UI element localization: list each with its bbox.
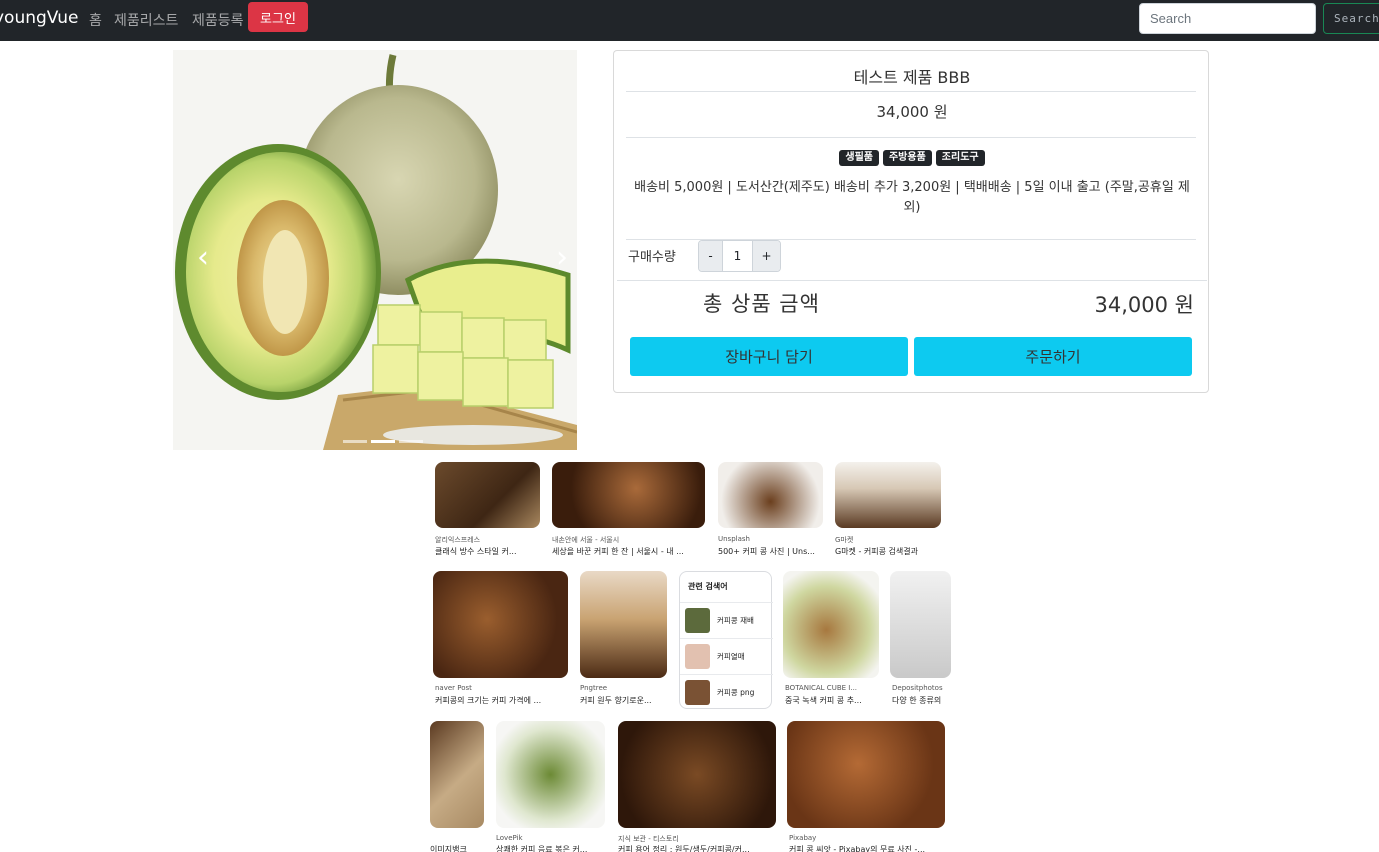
coffee-bean-image[interactable]: [580, 571, 667, 678]
coffee-bean-image[interactable]: [496, 721, 605, 828]
image-caption[interactable]: 커피 용어 정리 : 원두/생두/커피콩/커...: [618, 844, 778, 852]
coffee-bean-image[interactable]: [430, 721, 484, 828]
brand-logo[interactable]: youngVue: [0, 8, 79, 28]
carousel-indicator-2[interactable]: [371, 440, 395, 443]
coffee-bean-image[interactable]: [433, 571, 568, 678]
image-source: BOTANICAL CUBE I...: [785, 684, 858, 692]
carousel-indicator-1[interactable]: [343, 440, 367, 443]
quantity-increase-button[interactable]: +: [753, 241, 780, 271]
total-price-value: 34,000 원: [1094, 293, 1194, 317]
tag-badge: 조리도구: [935, 150, 985, 166]
green-coffee-image[interactable]: [783, 571, 879, 678]
product-tags: 생필품 주방용품 조리도구: [614, 150, 1210, 166]
quantity-label: 구매수량: [628, 250, 676, 265]
image-source: 알리익스프레스: [435, 536, 481, 544]
shipping-info: 배송비 5,000원 | 도서산간(제주도) 배송비 추가 3,200원 | 택…: [634, 180, 1190, 215]
quantity-decrease-button[interactable]: -: [699, 241, 722, 271]
product-image-carousel: [173, 50, 577, 450]
carousel-indicator-3[interactable]: [399, 440, 423, 443]
nav-link-product-register[interactable]: 제품등록: [192, 10, 244, 30]
image-caption[interactable]: 세상을 바꾼 커피 한 잔 | 서울시 - 내 ...: [552, 546, 707, 557]
thumbnail: [685, 608, 710, 633]
related-search-label: 커피열매: [717, 652, 745, 661]
product-name: 테스트 제품 BBB: [853, 68, 971, 87]
related-searches-title: 관련 검색어: [688, 582, 728, 591]
coffee-bean-image[interactable]: [552, 462, 705, 528]
add-to-cart-button[interactable]: 장바구니 담기: [630, 337, 908, 376]
image-source: naver Post: [435, 684, 472, 692]
image-source: LovePik: [496, 834, 523, 842]
related-search-item[interactable]: 커피콩 png: [680, 674, 773, 708]
tag-badge: 주방용품: [882, 150, 932, 166]
coffee-bean-image[interactable]: [718, 462, 823, 528]
navbar: youngVue 홈 제품리스트 제품등록 로그인 Search: [0, 0, 1379, 41]
image-caption[interactable]: 상쾌한 커피 음료 볶은 커...: [496, 844, 608, 852]
image-source: Depositphotos: [892, 684, 943, 692]
image-caption[interactable]: 커피 콩 씨앗 - Pixabay의 무료 사진 -...: [789, 844, 949, 852]
image-source: G마켓: [835, 536, 854, 544]
image-source: 내손안에 서울 - 서울시: [552, 536, 620, 544]
product-price: 34,000 원: [876, 103, 948, 121]
coffee-bean-image[interactable]: [618, 721, 776, 828]
image-source: Unsplash: [718, 535, 750, 543]
nav-link-home[interactable]: 홈: [89, 10, 102, 30]
image-source: Pixabay: [789, 834, 817, 842]
related-search-item[interactable]: 커피열매: [680, 638, 773, 672]
product-detail-card: 테스트 제품 BBB 34,000 원 생필품 주방용품 조리도구 배송비 5,…: [613, 50, 1209, 393]
image-source: 지식 보관 - 티스토리: [618, 835, 679, 843]
divider: [626, 137, 1196, 138]
tag-badge: 생필품: [839, 150, 879, 166]
image-caption[interactable]: 이미지뱅크: [430, 844, 490, 852]
thumbnail: [685, 644, 710, 669]
image-caption[interactable]: 커피콩의 크기는 커피 가격에 ...: [435, 695, 570, 706]
total-price-label: 총 상품 금액: [703, 292, 820, 316]
image-source: Pngtree: [580, 684, 608, 692]
image-caption[interactable]: 커피 원두 향기로운...: [580, 695, 672, 706]
related-search-label: 커피콩 png: [717, 688, 755, 697]
image-caption[interactable]: 클래식 방수 스타일 커...: [435, 546, 545, 557]
search-input[interactable]: [1139, 3, 1316, 34]
coffee-bean-image[interactable]: [435, 462, 540, 528]
nav-link-product-list[interactable]: 제품리스트: [114, 10, 178, 30]
login-button[interactable]: 로그인: [248, 2, 308, 32]
image-caption[interactable]: 중국 녹색 커피 콩 추...: [785, 695, 885, 706]
order-button[interactable]: 주문하기: [914, 337, 1192, 376]
thumbnail: [685, 680, 710, 705]
related-searches-box: 관련 검색어 커피콩 재배 커피열매 커피콩 png: [679, 571, 773, 709]
related-search-item[interactable]: 커피콩 재배: [680, 602, 773, 636]
carousel-next-button[interactable]: ›: [550, 238, 574, 278]
image-caption[interactable]: 500+ 커피 콩 사진 | Uns...: [718, 546, 828, 557]
quantity-input[interactable]: 1: [722, 241, 753, 271]
divider: [626, 91, 1196, 92]
carousel-prev-button[interactable]: ‹: [191, 238, 215, 278]
related-search-label: 커피콩 재배: [717, 616, 754, 625]
stock-image[interactable]: [890, 571, 951, 678]
image-caption[interactable]: 다양 한 종류의: [892, 695, 951, 706]
search-button[interactable]: Search: [1323, 3, 1379, 34]
coffee-bean-image[interactable]: [787, 721, 945, 828]
quantity-stepper: - 1 +: [698, 240, 781, 272]
image-caption[interactable]: G마켓 - 커피콩 검색결과: [835, 546, 945, 557]
divider: [617, 280, 1207, 281]
image-search-results: 알리익스프레스 클래식 방수 스타일 커... 내손안에 서울 - 서울시 세상…: [430, 462, 951, 852]
melon-image: [173, 50, 577, 450]
coffee-bean-image[interactable]: [835, 462, 941, 528]
